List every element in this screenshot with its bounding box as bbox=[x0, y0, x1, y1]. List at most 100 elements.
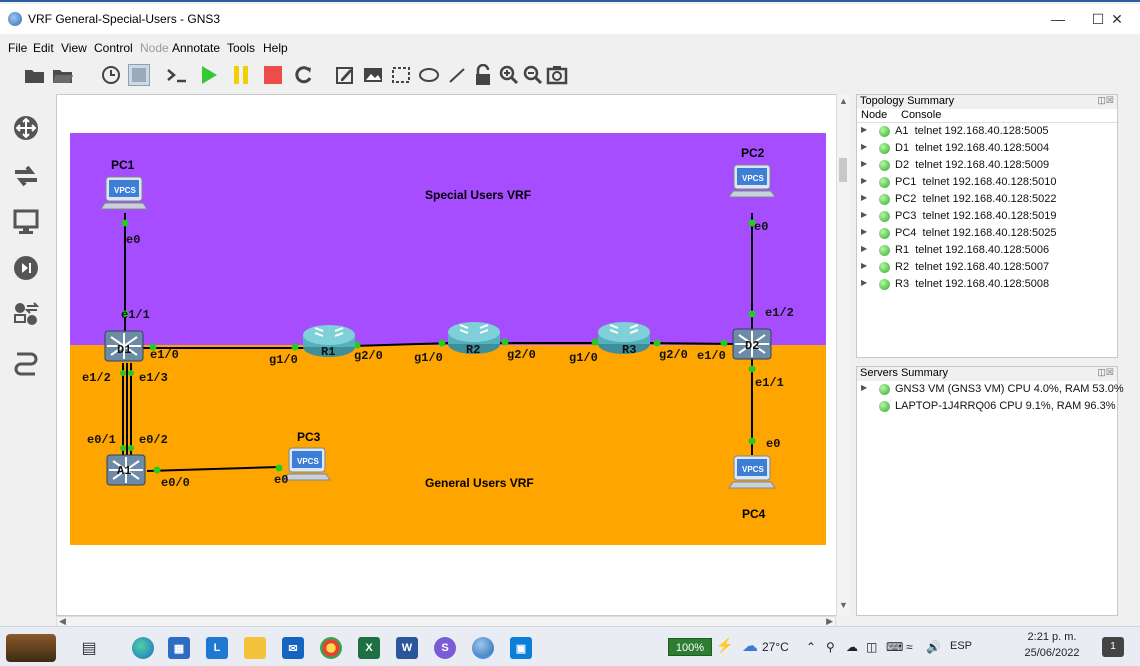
store-icon[interactable]: ▦ bbox=[168, 637, 190, 659]
console-icon[interactable] bbox=[166, 64, 188, 86]
word-icon[interactable]: W bbox=[396, 637, 418, 659]
gns3-tray-icon[interactable]: ⚲ bbox=[826, 640, 835, 654]
minimize-button[interactable]: — bbox=[1038, 8, 1078, 32]
expand-arrow-icon[interactable]: ▶ bbox=[861, 193, 867, 202]
mail-icon[interactable]: ✉ bbox=[282, 637, 304, 659]
topology-node-row[interactable]: ▶ R2 telnet 192.168.40.128:5007 bbox=[857, 259, 1117, 276]
svg-text:g2/0: g2/0 bbox=[659, 348, 688, 362]
draw-line-icon[interactable] bbox=[446, 64, 468, 86]
volume-icon[interactable]: 🔊 bbox=[926, 640, 941, 654]
topology-node-row[interactable]: ▶ R1 telnet 192.168.40.128:5006 bbox=[857, 242, 1117, 259]
node-status-icon bbox=[879, 211, 890, 222]
menu-edit[interactable]: Edit bbox=[33, 41, 54, 55]
expand-arrow-icon[interactable]: ▶ bbox=[861, 176, 867, 185]
panel-float-close-icon[interactable]: ◫☒ bbox=[1097, 367, 1114, 378]
security-devices-icon[interactable] bbox=[12, 254, 40, 282]
expand-arrow-icon[interactable]: ▶ bbox=[861, 244, 867, 253]
add-note-icon[interactable] bbox=[334, 64, 356, 86]
clock-date[interactable]: 25/06/2022 bbox=[1022, 647, 1082, 659]
chrome-icon[interactable] bbox=[320, 637, 342, 659]
pc1-node[interactable]: VPCS bbox=[100, 176, 148, 210]
gns3-taskbar-icon[interactable] bbox=[472, 637, 494, 659]
expand-arrow-icon[interactable]: ▶ bbox=[861, 227, 867, 236]
topology-node-row[interactable]: ▶ D1 telnet 192.168.40.128:5004 bbox=[857, 140, 1117, 157]
pc2-node[interactable]: VPCS bbox=[728, 164, 776, 198]
new-project-icon[interactable] bbox=[24, 64, 46, 86]
node-status-icon bbox=[879, 143, 890, 154]
menu-view[interactable]: View bbox=[61, 41, 87, 55]
menu-control[interactable]: Control bbox=[94, 41, 133, 55]
topology-node-row[interactable]: ▶ PC3 telnet 192.168.40.128:5019 bbox=[857, 208, 1117, 225]
topology-node-row[interactable]: ▶ PC2 telnet 192.168.40.128:5022 bbox=[857, 191, 1117, 208]
menu-node[interactable]: Node bbox=[140, 41, 169, 55]
menu-tools[interactable]: Tools bbox=[227, 41, 255, 55]
switches-icon[interactable] bbox=[12, 162, 40, 190]
pc4-node[interactable]: VPCS bbox=[728, 455, 776, 489]
svg-text:e1/0: e1/0 bbox=[697, 349, 726, 363]
keyboard-icon[interactable]: ⌨ bbox=[886, 640, 903, 654]
weather-icon[interactable]: ☁ bbox=[742, 636, 758, 656]
svg-text:e0: e0 bbox=[754, 220, 768, 234]
topology-node-row[interactable]: ▶ A1 telnet 192.168.40.128:5005 bbox=[857, 123, 1117, 140]
topology-node-row[interactable]: ▶ PC4 telnet 192.168.40.128:5025 bbox=[857, 225, 1117, 242]
snapshot-icon[interactable] bbox=[128, 64, 150, 86]
expand-arrow-icon[interactable]: ▶ bbox=[861, 278, 867, 287]
screenshot-icon[interactable] bbox=[546, 64, 568, 86]
power-plug-icon[interactable]: ⚡ bbox=[716, 637, 733, 654]
display-icon[interactable]: ◫ bbox=[866, 640, 877, 654]
excel-icon[interactable]: X bbox=[358, 637, 380, 659]
topology-node-row[interactable]: ▶ PC1 telnet 192.168.40.128:5010 bbox=[857, 174, 1117, 191]
open-project-icon[interactable] bbox=[52, 64, 74, 86]
wifi-icon[interactable]: ≈ bbox=[906, 640, 913, 654]
expand-arrow-icon[interactable]: ▶ bbox=[861, 383, 867, 392]
draw-ellipse-icon[interactable] bbox=[418, 64, 440, 86]
expand-arrow-icon[interactable]: ▶ bbox=[861, 142, 867, 151]
zoom-in-icon[interactable] bbox=[498, 64, 520, 86]
menu-help[interactable]: Help bbox=[263, 41, 288, 55]
menu-annotate[interactable]: Annotate bbox=[172, 41, 220, 55]
vmware-icon[interactable]: ▣ bbox=[510, 637, 532, 659]
input-language[interactable]: ESP bbox=[950, 640, 972, 652]
stop-icon[interactable] bbox=[262, 64, 284, 86]
notifications-icon[interactable]: 1 bbox=[1102, 637, 1124, 657]
file-explorer-icon[interactable] bbox=[244, 637, 266, 659]
pc4-label: PC4 bbox=[742, 507, 766, 521]
weather-widget-image[interactable] bbox=[6, 634, 56, 662]
end-devices-icon[interactable] bbox=[12, 208, 40, 236]
battery-indicator[interactable]: 100% bbox=[668, 638, 712, 656]
onedrive-icon[interactable]: ☁ bbox=[846, 640, 858, 654]
close-button[interactable]: ✕ bbox=[1102, 8, 1132, 32]
add-link-icon[interactable] bbox=[12, 348, 40, 376]
zoom-out-icon[interactable] bbox=[522, 64, 544, 86]
canvas-vertical-scrollbar[interactable]: ▲ ▼ bbox=[836, 94, 850, 616]
start-icon[interactable] bbox=[198, 64, 220, 86]
server-row[interactable]: LAPTOP-1J4RRQ06 CPU 9.1%, RAM 96.3% bbox=[857, 398, 1117, 415]
routers-icon[interactable] bbox=[12, 114, 40, 142]
topology-node-row[interactable]: ▶ D2 telnet 192.168.40.128:5009 bbox=[857, 157, 1117, 174]
task-view-icon[interactable]: ▤ bbox=[78, 637, 100, 659]
expand-arrow-icon[interactable]: ▶ bbox=[861, 261, 867, 270]
server-row[interactable]: ▶ GNS3 VM (GNS3 VM) CPU 4.0%, RAM 53.0% bbox=[857, 381, 1124, 398]
console-column-header: Console bbox=[901, 109, 942, 121]
launcher-l-icon[interactable]: L bbox=[206, 637, 228, 659]
expand-arrow-icon[interactable]: ▶ bbox=[861, 125, 867, 134]
show-hidden-icons-icon[interactable]: ⌃ bbox=[806, 640, 816, 654]
expand-arrow-icon[interactable]: ▶ bbox=[861, 210, 867, 219]
reload-icon[interactable] bbox=[292, 64, 314, 86]
panel-float-close-icon[interactable]: ◫☒ bbox=[1097, 95, 1114, 106]
all-devices-icon[interactable] bbox=[12, 300, 40, 328]
menu-file[interactable]: File bbox=[8, 41, 27, 55]
unlock-icon[interactable] bbox=[472, 64, 494, 86]
clock-time[interactable]: 2:21 p. m. bbox=[1024, 631, 1080, 643]
pc3-node[interactable]: VPCS bbox=[283, 447, 331, 481]
edge-browser-icon[interactable] bbox=[132, 637, 154, 659]
pause-icon[interactable] bbox=[230, 64, 252, 86]
expand-arrow-icon[interactable]: ▶ bbox=[861, 159, 867, 168]
draw-rectangle-icon[interactable] bbox=[390, 64, 412, 86]
topology-node-row[interactable]: ▶ R3 telnet 192.168.40.128:5008 bbox=[857, 276, 1117, 293]
skype-icon[interactable]: S bbox=[434, 637, 456, 659]
insert-picture-icon[interactable] bbox=[362, 64, 384, 86]
temperature-text[interactable]: 27°C bbox=[762, 640, 789, 654]
topology-canvas[interactable]: Special Users VRF General Users VRF VPCS… bbox=[56, 94, 850, 616]
clock-icon[interactable] bbox=[100, 64, 122, 86]
